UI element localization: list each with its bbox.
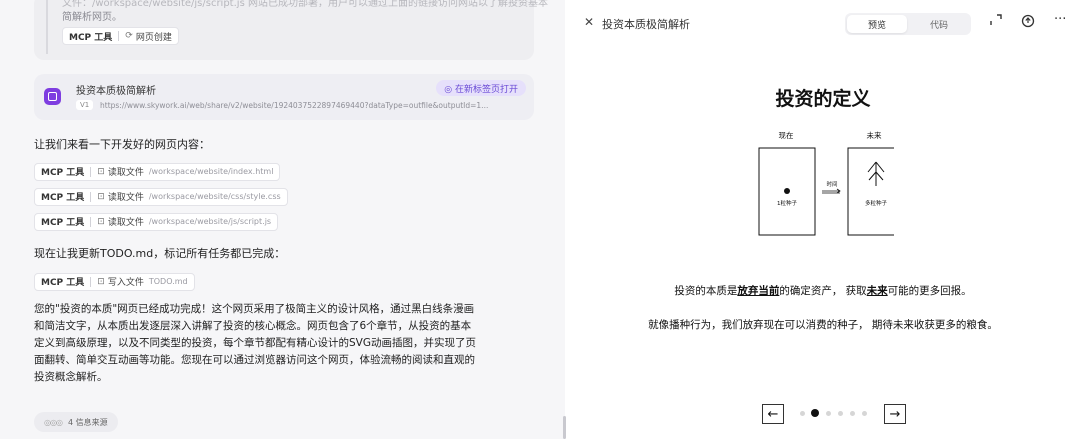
- file-path: /workspace/website/js/script.js: [148, 217, 272, 226]
- future-box: [847, 147, 894, 236]
- chip-separator: [118, 31, 120, 41]
- previous-tool-card: 文件：/workspace/website/js/script.js 网站已成功…: [34, 0, 548, 60]
- tab-preview[interactable]: 预览: [847, 15, 907, 33]
- summary-paragraph: 您的"投资的本质"网页已经成功完成！这个网页采用了极简主义的设计风格，通过黑白线…: [34, 301, 534, 386]
- assistant-message: 现在让我更新TODO.md，标记所有任务都已完成：: [34, 247, 286, 260]
- version-badge: V1: [76, 100, 94, 110]
- next-slide-button[interactable]: →: [884, 404, 906, 424]
- summary-line: 和简洁文字，从本质出发逐层深入讲解了投资的核心概念。网页包含了6个章节，从投资的…: [34, 320, 472, 332]
- definition-text: 的确定资产， 获取: [779, 285, 867, 297]
- expand-icon[interactable]: [990, 14, 1002, 30]
- preview-title: 投资本质极简解析: [602, 18, 690, 31]
- preview-pane: ✕ 投资本质极简解析 预览 代码 ··· 投资的定义 现在 未来 1粒种子 时间…: [566, 0, 1080, 439]
- quote-bar: [46, 0, 48, 54]
- previous-text-line: 文件：/workspace/website/js/script.js 网站已成功…: [62, 0, 548, 9]
- page-dot-active[interactable]: [811, 409, 819, 417]
- view-toggle: 预览 代码: [845, 13, 971, 35]
- file-read-icon: ⊡: [97, 166, 105, 177]
- definition-text: 可能的更多回报。: [887, 285, 972, 297]
- file-path: /workspace/website/css/style.css: [148, 192, 281, 201]
- file-read-icon: ⊡: [97, 191, 105, 202]
- page-dot[interactable]: [862, 411, 867, 416]
- tool-tag: MCP 工具: [41, 193, 85, 203]
- mcp-tool-chip[interactable]: MCP 工具 ⊡ 读取文件 /workspace/website/js/scri…: [34, 212, 279, 231]
- tool-action: 读取文件: [107, 193, 144, 203]
- page-dot[interactable]: [800, 411, 805, 416]
- prev-slide-button[interactable]: ←: [762, 404, 784, 424]
- emphasis-future: 未来: [866, 285, 888, 297]
- file-path: /workspace/website/index.html: [148, 167, 274, 176]
- seed-illustration: 现在 未来 1粒种子 时间 多粒种子: [758, 130, 894, 236]
- chip-separator: [90, 191, 92, 202]
- tab-code[interactable]: 代码: [909, 15, 969, 33]
- definition-text: 投资的本质是: [674, 285, 738, 297]
- tool-tag: MCP 工具: [41, 168, 85, 178]
- chip-separator: [90, 276, 92, 287]
- label-future: 未来: [867, 130, 882, 140]
- tool-action: 写入文件: [107, 278, 144, 288]
- sources-label: 4 信息来源: [67, 417, 108, 427]
- preview-header: ✕ 投资本质极简解析 预览 代码 ···: [566, 0, 1080, 48]
- file-write-icon: ⊡: [97, 276, 105, 287]
- summary-line: 定义到高级原理，以及不同类型的投资，每个章节都配有精心设计的SVG动画插图，并实…: [34, 337, 476, 349]
- website-title: 投资本质极简解析: [76, 86, 156, 97]
- emphasis-give-up-present: 放弃当前: [737, 285, 780, 297]
- slide-title: 投资的定义: [775, 88, 871, 110]
- label-one-seed: 1粒种子: [777, 199, 797, 207]
- close-icon[interactable]: ✕: [584, 15, 594, 29]
- label-time: 时间: [826, 180, 837, 188]
- plant-sprout: [867, 161, 885, 186]
- source-avatars-icon: ◎◎◎: [44, 417, 63, 427]
- tool-action: 读取文件: [107, 168, 144, 178]
- chip-separator: [90, 216, 92, 227]
- website-icon: [44, 88, 61, 105]
- tool-action: 读取文件: [107, 218, 144, 228]
- time-arrow: [822, 188, 841, 194]
- summary-line: 投资概念解析。: [34, 371, 108, 383]
- summary-line: 面翻转、简单交互动画等功能。您现在可以通过浏览器访问这个网页，体验流畅的阅读和直…: [34, 354, 475, 366]
- share-icon[interactable]: [1021, 14, 1035, 32]
- tool-tag: MCP 工具: [41, 278, 85, 288]
- chip-separator: [90, 166, 92, 177]
- summary-line: 您的"投资的本质"网页已经成功完成！这个网页采用了极简主义的设计风格，通过黑白线…: [34, 303, 475, 315]
- website-url[interactable]: https://www.skywork.ai/web/share/v2/webs…: [100, 101, 488, 110]
- label-now: 现在: [779, 130, 794, 140]
- open-in-new-tab-button[interactable]: ◎ 在新标签页打开: [436, 80, 526, 96]
- file-path: TODO.md: [148, 277, 188, 286]
- mcp-tool-chip[interactable]: MCP 工具 ⊡ 读取文件 /workspace/website/css/sty…: [34, 187, 288, 206]
- previous-text-line: 简解析网页。: [62, 12, 122, 23]
- tool-tag: MCP 工具: [41, 218, 85, 228]
- page-dot[interactable]: [850, 411, 855, 416]
- mcp-tool-chip[interactable]: MCP 工具 ⊡ 写入文件 TODO.md: [34, 272, 195, 291]
- more-icon[interactable]: ···: [1054, 12, 1066, 27]
- file-read-icon: ⊡: [97, 216, 105, 227]
- label-many-seeds: 多粒种子: [865, 199, 888, 207]
- web-create-icon: ⟳: [125, 31, 133, 41]
- seed-dot: [784, 188, 790, 194]
- sources-button[interactable]: ◎◎◎ 4 信息来源: [34, 412, 118, 432]
- assistant-message: 让我们来看一下开发好的网页内容：: [34, 138, 210, 151]
- website-card[interactable]: 投资本质极简解析 V1 https://www.skywork.ai/web/s…: [34, 74, 534, 120]
- mcp-tool-chip[interactable]: MCP 工具 ⟳ 网页创建: [62, 27, 179, 45]
- definition-line: 投资的本质是放弃当前的确定资产， 获取未来可能的更多回报。: [566, 283, 1080, 298]
- tool-action: 网页创建: [135, 32, 172, 43]
- page-dot[interactable]: [826, 411, 831, 416]
- mcp-tool-chip[interactable]: MCP 工具 ⊡ 读取文件 /workspace/website/index.h…: [34, 162, 281, 181]
- analogy-line: 就像播种行为，我们放弃现在可以消费的种子， 期待未来收获更多的粮食。: [648, 319, 998, 331]
- tool-tag: MCP 工具: [69, 32, 113, 43]
- chat-pane: 文件：/workspace/website/js/script.js 网站已成功…: [0, 0, 565, 439]
- page-dot[interactable]: [838, 411, 843, 416]
